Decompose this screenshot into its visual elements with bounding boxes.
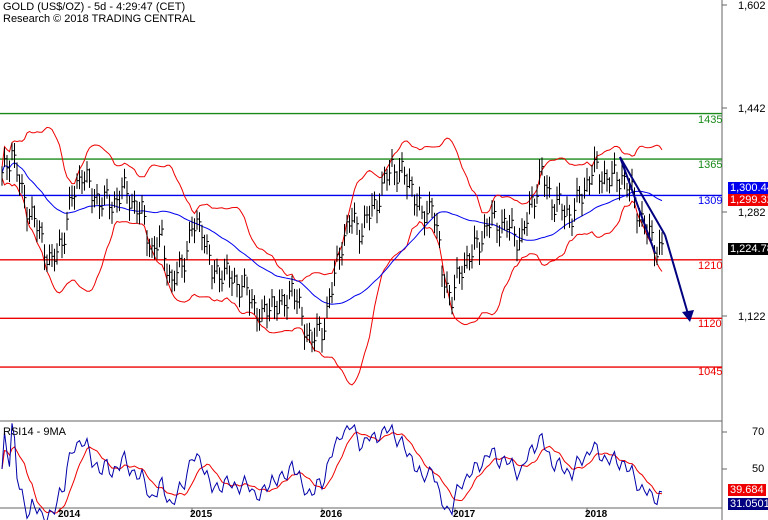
y-tick-label: 1,122 — [738, 311, 766, 323]
rsi-label: RSI14 - 9MA — [3, 426, 66, 438]
forecast-arrowhead — [682, 310, 694, 322]
trend-channel-line — [619, 156, 656, 254]
price-tag-last: 1,224.78 — [728, 243, 768, 255]
rsi-ma-tag: 39.684 — [728, 484, 766, 496]
rsi-tick-label: 50 — [752, 463, 765, 475]
y-tick-label: 1,282 — [738, 207, 766, 219]
level-label: 1435 — [698, 114, 723, 126]
x-tick-label: 2018 — [585, 509, 608, 520]
bollinger-upper — [1, 126, 663, 282]
x-tick-label: 2014 — [58, 509, 81, 520]
x-tick-label: 2016 — [320, 509, 343, 520]
y-tick-label: 1,442 — [738, 103, 766, 115]
level-label: 1365 — [698, 159, 723, 171]
x-tick-label: 2015 — [190, 509, 213, 520]
chart-title: GOLD (US$/OZ) - 5d - 4:29:47 (CET) — [3, 1, 186, 13]
y-tick-label: 1,602 — [738, 0, 766, 12]
rsi-line — [1, 423, 663, 520]
rsi-ma-line — [1, 431, 663, 514]
rsi-tick-label: 70 — [752, 426, 765, 438]
price-tag-ma: 1,300.44 — [728, 182, 768, 194]
price-tag-bollinger: 1,299.32 — [728, 194, 768, 206]
chart-subtitle: Research © 2018 TRADING CENTRAL — [3, 13, 196, 25]
chart-container: GOLD (US$/OZ) - 5d - 4:29:47 (CET) Resea… — [0, 0, 768, 520]
forecast-arrow — [664, 234, 689, 315]
level-label: 1045 — [698, 366, 723, 378]
rsi-tag: 31.0501 — [728, 498, 768, 510]
bollinger-lower — [1, 177, 663, 386]
level-label: 1309 — [698, 195, 723, 207]
level-label: 1120 — [698, 318, 722, 330]
x-tick-label: 2017 — [453, 509, 476, 520]
level-label: 1210 — [698, 260, 723, 272]
chart-canvas — [0, 0, 727, 520]
